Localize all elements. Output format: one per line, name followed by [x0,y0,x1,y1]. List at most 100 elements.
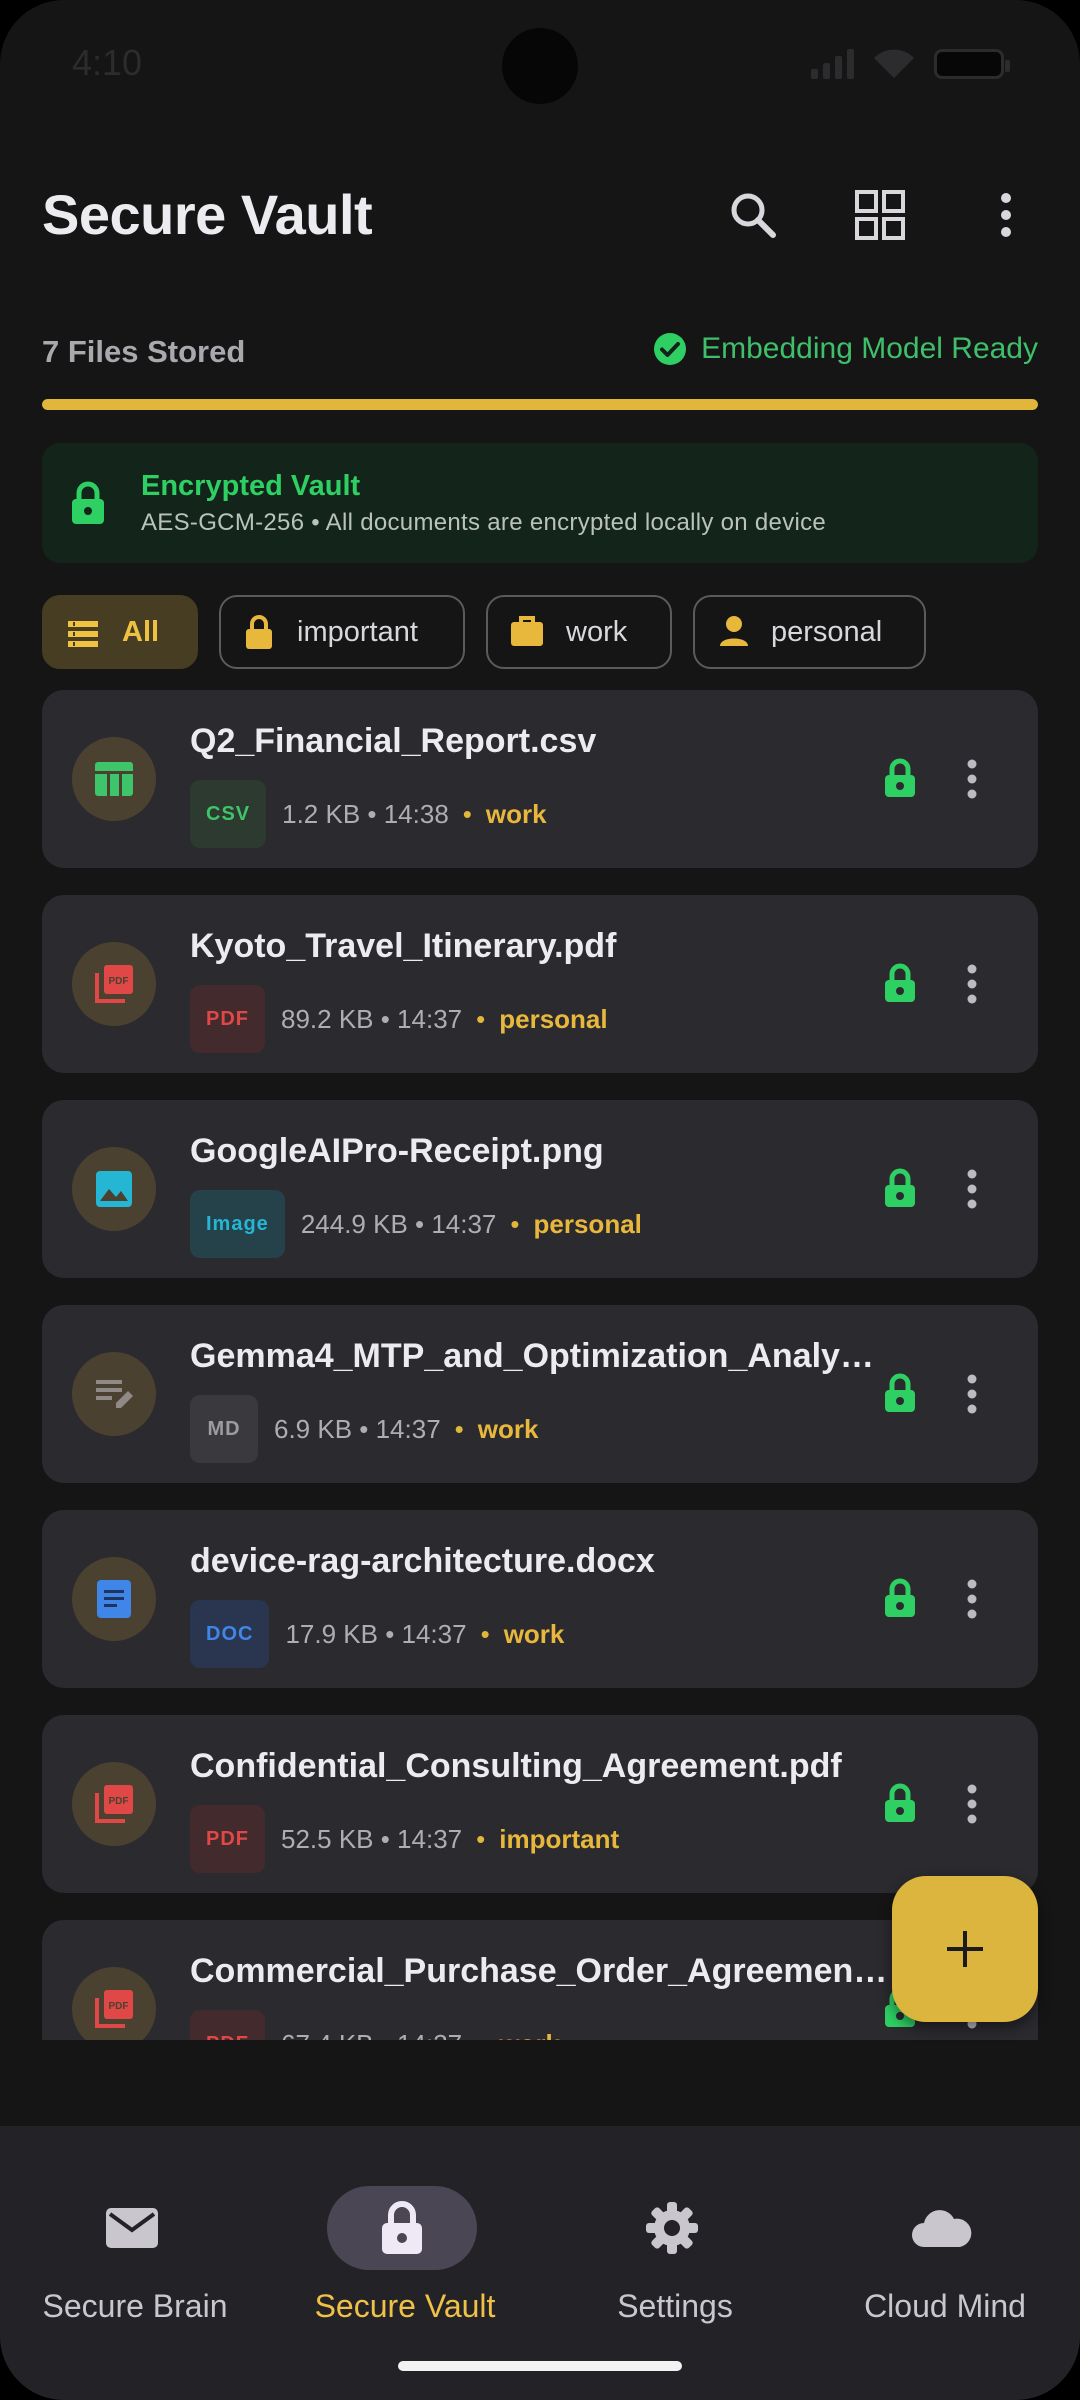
filter-chip-label: important [297,615,418,648]
file-card[interactable]: PDF Commercial_Purchase_Order_Agreemen… PD… [42,1920,1038,2040]
file-size-time: 17.9 KB • 14:37 [285,1618,467,1649]
file-name: device-rag-architecture.docx [190,1542,655,1580]
file-card[interactable]: PDF Confidential_Consulting_Agreement.pdf… [42,1715,1038,1893]
nav-icon-container [597,2186,747,2270]
overflow-menu-button[interactable] [966,175,1046,255]
file-type-avatar [72,1147,156,1231]
file-card[interactable]: PDF Kyoto_Travel_Itinerary.pdf PDF 89.2 KB … [42,895,1038,1073]
search-button[interactable] [713,175,793,255]
more-vert-icon [966,1169,978,1209]
file-more-button[interactable] [952,1158,992,1220]
plus-icon [947,1931,983,1967]
file-meta: DOC 17.9 KB • 14:37 • work [190,1600,564,1668]
file-type-avatar: PDF [72,942,156,1026]
lock-icon [72,481,104,524]
filter-chip-important[interactable]: important [219,595,465,669]
signal-icon [811,49,854,79]
gear-icon [646,2202,698,2254]
file-meta: PDF 52.5 KB • 14:37 • important [190,1805,619,1873]
more-vert-icon [966,964,978,1004]
vault-banner-title: Encrypted Vault [141,470,361,502]
filter-chip-label: personal [771,615,883,648]
nav-label: Settings [617,2288,733,2324]
file-name: GoogleAIPro-Receipt.png [190,1132,604,1170]
lock-icon [884,963,916,1008]
file-size-time: 6.9 KB • 14:37 [274,1413,441,1444]
more-vert-icon [966,1579,978,1619]
filter-chip-work[interactable]: work [486,595,672,669]
separator-dot: • [476,2029,485,2041]
more-vert-icon [966,1374,978,1414]
lock-icon [382,2201,422,2254]
file-tag: important [499,1823,620,1854]
page-title: Secure Vault [42,183,373,246]
nav-label: Cloud Mind [864,2288,1026,2324]
lock-icon [884,1578,916,1623]
file-name: Confidential_Consulting_Agreement.pdf [190,1747,842,1785]
svg-text:PDF: PDF [109,1796,129,1807]
file-tag: work [485,798,547,829]
vault-banner-subtitle: AES-GCM-256 • All documents are encrypte… [141,509,827,536]
app-screen: 4:10 Secure Vault 7 Files Stored Embeddi… [0,0,1080,2400]
files-count: 7 Files Stored [42,334,246,369]
nav-item-settings[interactable]: Settings [540,2156,810,2326]
grid-view-button[interactable] [840,175,920,255]
file-type-badge: Image [190,1190,285,1258]
add-file-button[interactable] [892,1876,1038,2022]
file-more-button[interactable] [952,748,992,810]
nav-item-secure-brain[interactable]: Secure Brain [0,2156,270,2326]
lock-icon [884,1783,916,1828]
file-tag: personal [533,1208,642,1239]
filter-chip-label: All [122,615,160,648]
file-type-badge: CSV [190,780,267,848]
pdf-icon: PDF [93,1783,135,1825]
more-vert-icon [966,1784,978,1824]
file-type-badge: PDF [190,985,265,1053]
filter-chip-all[interactable]: All [42,595,198,669]
file-card[interactable]: device-rag-architecture.docx DOC 17.9 KB •… [42,1510,1038,1688]
filter-chip-personal[interactable]: personal [693,595,926,669]
progress-fill [42,399,1038,410]
file-type-avatar [72,1352,156,1436]
file-type-avatar [72,1557,156,1641]
separator-dot: • [454,1413,464,1444]
bottom-navigation: Secure Brain Secure Vault Settings Cloud… [0,2126,1080,2400]
nav-icon-container [327,2186,477,2270]
nav-item-cloud-mind[interactable]: Cloud Mind [810,2156,1080,2326]
status-icons [811,48,1010,80]
document-icon [96,1579,132,1619]
camera-cutout [502,28,578,104]
svg-text:PDF: PDF [109,976,129,987]
file-type-badge: DOC [190,1600,270,1668]
file-card[interactable]: Gemma4_MTP_and_Optimization_Analy… MD 6.9 … [42,1305,1038,1483]
list-icon [68,621,98,647]
file-name: Commercial_Purchase_Order_Agreemen… [190,1952,888,1990]
person-icon [720,616,748,646]
file-name: Kyoto_Travel_Itinerary.pdf [190,927,617,965]
file-name: Gemma4_MTP_and_Optimization_Analy… [190,1337,874,1375]
pdf-icon: PDF [93,1988,135,2030]
file-type-avatar: PDF [72,1762,156,1846]
file-more-button[interactable] [952,953,992,1015]
home-indicator[interactable] [398,2361,682,2371]
lock-icon [884,1168,916,1213]
file-more-button[interactable] [952,1568,992,1630]
separator-dot: • [476,1823,486,1854]
nav-item-secure-vault[interactable]: Secure Vault [270,2156,540,2326]
file-size-time: 67.4 KB • 14:37 [281,2029,462,2041]
file-card[interactable]: GoogleAIPro-Receipt.png Image 244.9 KB • 1… [42,1100,1038,1278]
file-type-badge: PDF [190,1805,265,1873]
file-list[interactable]: Q2_Financial_Report.csv CSV 1.2 KB • 14:38… [42,690,1038,2040]
encrypted-vault-banner: Encrypted Vault AES-GCM-256 • All docume… [42,443,1038,563]
lock-icon [246,615,272,649]
file-meta: PDF 89.2 KB • 14:37 • personal [190,985,608,1053]
model-status: Embedding Model Ready [653,332,1038,366]
model-status-text: Embedding Model Ready [701,332,1038,365]
search-icon [731,193,776,238]
file-more-button[interactable] [952,1773,992,1835]
file-more-button[interactable] [952,1363,992,1425]
file-meta: MD 6.9 KB • 14:37 • work [190,1395,538,1463]
image-icon [95,1170,133,1208]
check-circle-icon [654,333,687,365]
file-card[interactable]: Q2_Financial_Report.csv CSV 1.2 KB • 14:38… [42,690,1038,868]
